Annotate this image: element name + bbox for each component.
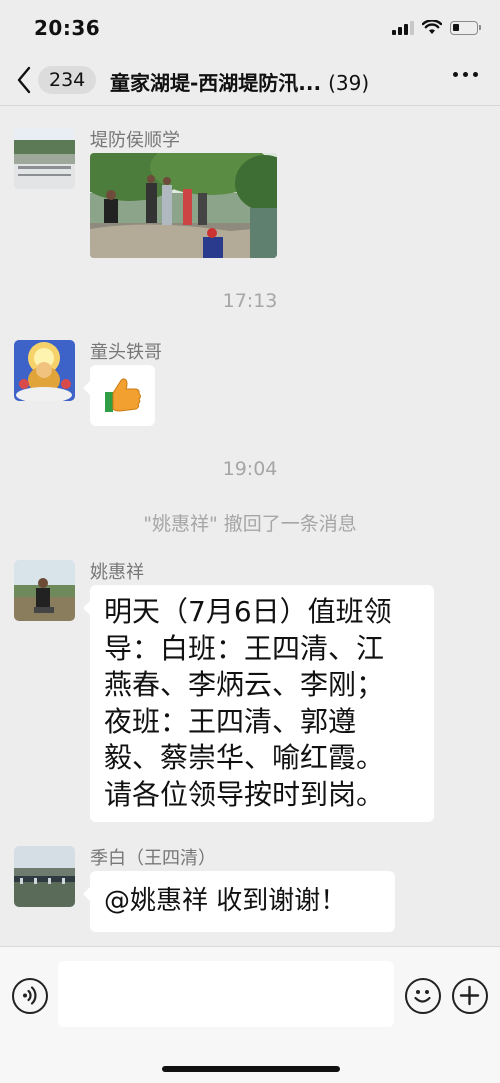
message-input[interactable]	[58, 961, 394, 1027]
message-line: 请各位领导按时到岗。	[104, 777, 385, 811]
avatar[interactable]	[14, 560, 75, 621]
unread-count-badge: 234	[38, 66, 97, 94]
message-line: 夜班：王四清、郭遵	[104, 704, 357, 738]
status-time: 20:36	[34, 16, 101, 40]
sender-name: 堤防侯顺学	[90, 130, 180, 151]
input-bar	[0, 946, 500, 1083]
battery-icon	[450, 20, 481, 35]
sender-name: 童头铁哥	[90, 342, 162, 363]
status-icons	[392, 20, 481, 35]
member-count: (39)	[328, 71, 370, 95]
text-bubble[interactable]: @姚惠祥 收到谢谢！	[83, 871, 395, 932]
message-line: 明天（7月6日）值班领	[104, 595, 392, 628]
more-dots-icon[interactable]	[453, 72, 478, 77]
timestamp: 17:13	[222, 290, 278, 312]
back-button[interactable]: 234	[14, 62, 97, 98]
group-name: 童家湖堤-西湖堤防汛...	[110, 71, 322, 95]
avatar[interactable]	[14, 128, 75, 189]
status-bar: 20:36	[0, 0, 500, 58]
text-bubble[interactable]: 明天（7月6日）值班领 导：白班：王四清、江 燕春、李炳云、李刚； 夜班：王四清…	[83, 585, 434, 822]
avatar[interactable]	[14, 846, 75, 907]
message-line: @姚惠祥 收到谢谢！	[104, 886, 347, 916]
timestamp: 19:04	[222, 458, 278, 480]
chat-title: 童家湖堤-西湖堤防汛... (39)	[110, 67, 410, 96]
chat-header: 234 童家湖堤-西湖堤防汛... (39)	[0, 58, 500, 106]
chevron-left-icon	[17, 66, 31, 94]
emoji-icon[interactable]	[405, 978, 441, 1014]
avatar[interactable]	[14, 340, 75, 401]
wifi-icon	[422, 20, 442, 34]
message-line: 燕春、李炳云、李刚；	[104, 668, 385, 701]
message-line: 毅、蔡崇华、喻红霞。	[104, 741, 385, 774]
voice-icon[interactable]	[12, 978, 48, 1014]
home-indicator	[162, 1066, 340, 1072]
message-line: 导：白班：王四清、江	[104, 631, 385, 665]
plus-icon[interactable]	[452, 978, 488, 1014]
emoji-bubble[interactable]	[83, 365, 155, 426]
sender-name: 姚惠祥	[90, 562, 144, 583]
sender-name: 季白（王四清）	[90, 848, 216, 869]
thumbs-up-icon	[105, 378, 141, 412]
image-message[interactable]	[90, 153, 277, 258]
recall-notice: "姚惠祥" 撤回了一条消息	[143, 513, 357, 535]
signal-icon	[392, 20, 414, 35]
